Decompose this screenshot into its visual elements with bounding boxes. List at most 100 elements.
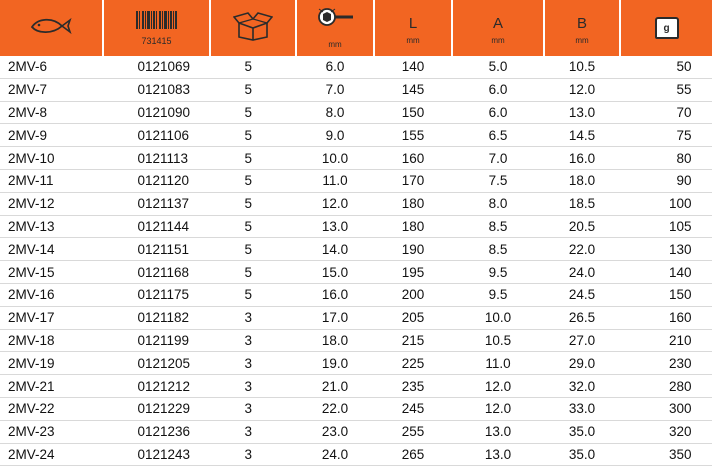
length-cell: 150 bbox=[374, 101, 453, 125]
table-row: 2MV-8 0121090 5 8.0 150 6.0 13.0 70 bbox=[0, 101, 712, 125]
code-cell: 0121168 bbox=[103, 260, 211, 284]
b-cell: 29.0 bbox=[544, 351, 621, 376]
length-cell: 235 bbox=[374, 374, 453, 398]
a-cell: 10.5 bbox=[452, 329, 545, 353]
weight-label: g bbox=[663, 23, 670, 34]
weight-cell: 100 bbox=[620, 192, 712, 216]
length-cell: 170 bbox=[374, 169, 453, 193]
a-cell: 9.5 bbox=[452, 260, 545, 284]
spec-table-container: 731415 mm L mm A mm B mm g 2MV-6 0121069… bbox=[0, 0, 712, 466]
length-cell: 215 bbox=[374, 329, 453, 353]
size-cell: 7.0 bbox=[296, 78, 375, 102]
table-row: 2MV-22 0121229 3 22.0 245 12.0 33.0 300 bbox=[0, 397, 712, 421]
pack-qty-cell: 3 bbox=[210, 306, 297, 330]
pack-qty-cell: 5 bbox=[210, 101, 297, 125]
a-cell: 12.0 bbox=[452, 374, 545, 398]
code-cell: 0121090 bbox=[103, 101, 211, 125]
weight-cell: 210 bbox=[620, 329, 712, 353]
model-cell: 2MV-11 bbox=[0, 169, 104, 193]
code-cell: 0121137 bbox=[103, 192, 211, 216]
b-cell: 18.0 bbox=[544, 169, 621, 193]
weight-cell: 150 bbox=[620, 283, 712, 307]
b-cell: 10.5 bbox=[544, 56, 621, 79]
length-cell: 245 bbox=[374, 397, 453, 421]
pack-qty-cell: 3 bbox=[210, 397, 297, 421]
length-label: L bbox=[408, 14, 418, 32]
header-b: B mm bbox=[544, 0, 621, 56]
table-header-row: 731415 mm L mm A mm B mm g bbox=[0, 0, 712, 56]
b-cell: 16.0 bbox=[544, 146, 621, 170]
pack-qty-cell: 3 bbox=[210, 374, 297, 398]
weight-cell: 280 bbox=[620, 374, 712, 398]
table-row: 2MV-9 0121106 5 9.0 155 6.5 14.5 75 bbox=[0, 123, 712, 148]
size-unit: mm bbox=[328, 40, 342, 49]
table-row: 2MV-6 0121069 5 6.0 140 5.0 10.5 50 bbox=[0, 56, 712, 79]
a-cell: 13.0 bbox=[452, 443, 545, 466]
a-cell: 12.0 bbox=[452, 397, 545, 421]
length-cell: 190 bbox=[374, 237, 453, 262]
b-cell: 20.5 bbox=[544, 215, 621, 239]
size-cell: 23.0 bbox=[296, 420, 375, 444]
header-package bbox=[210, 0, 297, 56]
code-cell: 0121199 bbox=[103, 329, 211, 353]
pack-qty-cell: 5 bbox=[210, 146, 297, 170]
a-cell: 13.0 bbox=[452, 420, 545, 444]
table-row: 2MV-15 0121168 5 15.0 195 9.5 24.0 140 bbox=[0, 260, 712, 284]
code-cell: 0121113 bbox=[103, 146, 211, 170]
model-cell: 2MV-18 bbox=[0, 329, 104, 353]
pack-qty-cell: 3 bbox=[210, 329, 297, 353]
size-cell: 10.0 bbox=[296, 146, 375, 170]
b-cell: 24.0 bbox=[544, 260, 621, 284]
barcode-icon bbox=[135, 10, 179, 34]
code-cell: 0121243 bbox=[103, 443, 211, 466]
weight-cell: 70 bbox=[620, 101, 712, 125]
table-row: 2MV-23 0121236 3 23.0 255 13.0 35.0 320 bbox=[0, 420, 712, 444]
size-cell: 6.0 bbox=[296, 56, 375, 79]
a-cell: 11.0 bbox=[452, 351, 545, 376]
pack-qty-cell: 3 bbox=[210, 443, 297, 466]
size-cell: 14.0 bbox=[296, 237, 375, 262]
length-cell: 225 bbox=[374, 351, 453, 376]
a-cell: 7.5 bbox=[452, 169, 545, 193]
code-cell: 0121205 bbox=[103, 351, 211, 376]
table-row: 2MV-16 0121175 5 16.0 200 9.5 24.5 150 bbox=[0, 283, 712, 307]
a-cell: 6.0 bbox=[452, 101, 545, 125]
code-cell: 0121175 bbox=[103, 283, 211, 307]
table-row: 2MV-10 0121113 5 10.0 160 7.0 16.0 80 bbox=[0, 146, 712, 170]
header-length: L mm bbox=[374, 0, 453, 56]
table-row: 2MV-18 0121199 3 18.0 215 10.5 27.0 210 bbox=[0, 329, 712, 353]
length-cell: 265 bbox=[374, 443, 453, 466]
size-cell: 13.0 bbox=[296, 215, 375, 239]
code-cell: 0121144 bbox=[103, 215, 211, 239]
weight-cell: 300 bbox=[620, 397, 712, 421]
pack-qty-cell: 5 bbox=[210, 169, 297, 193]
b-cell: 35.0 bbox=[544, 420, 621, 444]
model-cell: 2MV-12 bbox=[0, 192, 104, 216]
header-a: A mm bbox=[452, 0, 545, 56]
pack-qty-cell: 5 bbox=[210, 215, 297, 239]
a-cell: 8.5 bbox=[452, 215, 545, 239]
weight-cell: 55 bbox=[620, 78, 712, 102]
b-cell: 26.5 bbox=[544, 306, 621, 330]
table-row: 2MV-24 0121243 3 24.0 265 13.0 35.0 350 bbox=[0, 443, 712, 466]
code-cell: 0121236 bbox=[103, 420, 211, 444]
weight-cell: 75 bbox=[620, 123, 712, 148]
model-cell: 2MV-6 bbox=[0, 56, 104, 79]
length-cell: 155 bbox=[374, 123, 453, 148]
model-cell: 2MV-13 bbox=[0, 215, 104, 239]
size-cell: 22.0 bbox=[296, 397, 375, 421]
b-cell: 13.0 bbox=[544, 101, 621, 125]
b-cell: 14.5 bbox=[544, 123, 621, 148]
length-cell: 255 bbox=[374, 420, 453, 444]
pack-qty-cell: 5 bbox=[210, 237, 297, 262]
model-cell: 2MV-24 bbox=[0, 443, 104, 466]
weight-cell: 160 bbox=[620, 306, 712, 330]
b-cell: 24.5 bbox=[544, 283, 621, 307]
a-unit: mm bbox=[491, 35, 505, 45]
length-cell: 145 bbox=[374, 78, 453, 102]
a-cell: 10.0 bbox=[452, 306, 545, 330]
pack-qty-cell: 5 bbox=[210, 260, 297, 284]
table-row: 2MV-7 0121083 5 7.0 145 6.0 12.0 55 bbox=[0, 78, 712, 102]
pack-qty-cell: 5 bbox=[210, 283, 297, 307]
table-row: 2MV-19 0121205 3 19.0 225 11.0 29.0 230 bbox=[0, 351, 712, 376]
